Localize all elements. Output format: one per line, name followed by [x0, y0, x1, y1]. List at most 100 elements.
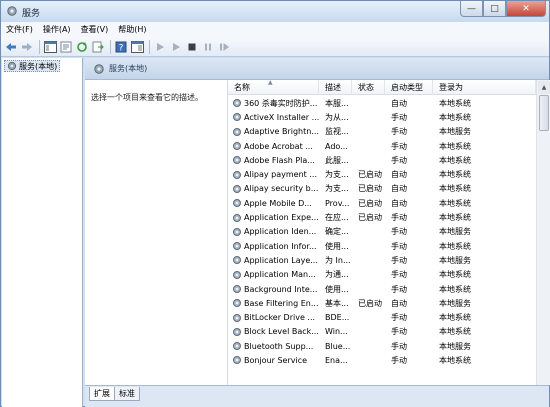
sort-ascending-icon: ▲: [268, 79, 273, 86]
table-row[interactable]: Application Expe... 在应... 已启动 手动 本地系统: [228, 210, 536, 224]
svg-text:?: ?: [119, 43, 124, 53]
service-name: ActiveX Installer ...: [228, 110, 319, 124]
table-row[interactable]: Application Iden... 确定... 手动 本地服务: [228, 225, 536, 239]
service-name: BitLocker Drive ...: [228, 310, 319, 324]
table-row[interactable]: Bonjour Service Ena... 手动 本地系统: [228, 353, 536, 367]
restart-service-icon[interactable]: [217, 40, 231, 54]
table-row[interactable]: 360 杀毒实时防护... 本服... 自动 本地系统: [228, 96, 536, 110]
table-row[interactable]: Bluetooth Supp... Blue... 手动 本地服务: [228, 339, 536, 353]
service-gear-icon: [233, 342, 241, 351]
service-description: 此服...: [325, 155, 349, 165]
service-description: 为 In...: [325, 255, 351, 265]
menu-bar: 文件(F) 操作(A) 查看(V) 帮助(H): [1, 22, 549, 37]
service-description: BDE...: [325, 313, 350, 323]
menu-help[interactable]: 帮助(H): [118, 24, 146, 35]
table-row[interactable]: Adobe Flash Pla... 此服... 手动 本地系统: [228, 153, 536, 167]
stop-service-icon[interactable]: [185, 40, 199, 54]
service-log-on-as: 本地系统: [439, 198, 471, 208]
table-row[interactable]: Application Laye... 为 In... 手动 本地服务: [228, 253, 536, 267]
service-description: Blue...: [325, 341, 351, 351]
table-row[interactable]: Application Infor... 使用... 手动 本地系统: [228, 239, 536, 253]
service-startup-type: 自动: [391, 298, 407, 308]
table-row[interactable]: Adobe Acrobat ... Ado... 手动 本地系统: [228, 139, 536, 153]
table-row[interactable]: Base Filtering En... 基本... 已启动 自动 本地服务: [228, 296, 536, 310]
start-service-alt-icon[interactable]: [169, 40, 183, 54]
service-log-on-as: 本地系统: [439, 112, 471, 122]
service-gear-icon: [233, 213, 241, 222]
toolbar: ?: [1, 37, 549, 57]
service-description: Win...: [325, 327, 348, 337]
tab-extended[interactable]: 扩展: [89, 387, 115, 401]
service-description: 使用...: [325, 241, 349, 251]
back-icon[interactable]: [4, 40, 18, 54]
menu-file[interactable]: 文件(F): [6, 24, 33, 35]
table-row[interactable]: ActiveX Installer ... 为从... 手动 本地系统: [228, 110, 536, 124]
scroll-up-icon[interactable]: ▲: [538, 81, 550, 94]
tab-standard[interactable]: 标准: [114, 387, 140, 401]
table-row[interactable]: Background Inte... 使用... 手动 本地系统: [228, 282, 536, 296]
service-status: [352, 353, 385, 367]
services-gear-icon: [6, 5, 18, 17]
export-list-icon[interactable]: [91, 40, 105, 54]
menu-action[interactable]: 操作(A): [43, 24, 71, 35]
service-startup-type: 手动: [391, 141, 407, 151]
vertical-scrollbar[interactable]: ▲: [536, 80, 550, 385]
close-button[interactable]: ✕: [506, 1, 546, 17]
service-name: Background Inte...: [228, 282, 319, 296]
service-status: [352, 225, 385, 239]
column-header-startup-type[interactable]: 启动类型: [385, 80, 433, 95]
column-header-name[interactable]: ▲ 名称: [228, 79, 319, 95]
table-row[interactable]: Adaptive Brightn... 监视... 手动 本地服务: [228, 125, 536, 139]
services-window: 服务 — □ ✕ 文件(F) 操作(A) 查看(V) 帮助(H) ? 服务(本地…: [0, 0, 550, 407]
toolbar-separator: [149, 39, 150, 54]
service-log-on-as: 本地系统: [439, 284, 471, 294]
service-description: 本服...: [325, 98, 349, 108]
service-name: Adobe Flash Pla...: [228, 153, 319, 167]
window-title: 服务: [22, 9, 41, 19]
table-row[interactable]: Application Man... 为通... 手动 本地系统: [228, 268, 536, 282]
service-description: Ado...: [325, 141, 348, 151]
table-row[interactable]: Block Level Back... Win... 手动 本地系统: [228, 325, 536, 339]
service-log-on-as: 本地系统: [439, 98, 471, 108]
pane-title: 服务(本地): [109, 64, 148, 73]
column-header-status[interactable]: 状态: [352, 80, 385, 95]
forward-icon[interactable]: [20, 40, 34, 54]
table-row[interactable]: Alipay security b... 为支... 已启动 自动 本地系统: [228, 182, 536, 196]
services-gear-icon: [7, 61, 17, 71]
service-name: Adobe Acrobat ...: [228, 139, 319, 153]
service-gear-icon: [233, 184, 241, 193]
minimize-button[interactable]: —: [460, 1, 483, 17]
services-rows: 360 杀毒实时防护... 本服... 自动 本地系统 ActiveX Installe…: [228, 96, 536, 368]
help-icon[interactable]: ?: [114, 40, 128, 54]
column-header-log-on-as[interactable]: 登录为: [433, 80, 536, 95]
service-gear-icon: [233, 199, 241, 208]
refresh-icon[interactable]: [75, 40, 89, 54]
table-row[interactable]: BitLocker Drive ... BDE... 手动 本地系统: [228, 310, 536, 324]
properties-icon[interactable]: [59, 40, 73, 54]
service-startup-type: 手动: [391, 241, 407, 251]
pause-service-icon[interactable]: [201, 40, 215, 54]
scrollbar-thumb[interactable]: [539, 95, 549, 131]
start-service-icon[interactable]: [153, 40, 167, 54]
maximize-button[interactable]: □: [483, 1, 506, 17]
table-row[interactable]: Apple Mobile D... Prov... 已启动 自动 本地系统: [228, 196, 536, 210]
service-name: Application Laye...: [228, 253, 319, 267]
column-header-description[interactable]: 描述: [319, 80, 352, 95]
service-status: [352, 153, 385, 167]
service-status: [352, 282, 385, 296]
service-startup-type: 自动: [391, 170, 407, 180]
service-description: Ena...: [325, 355, 348, 365]
show-hide-pane-icon[interactable]: [130, 40, 144, 54]
service-startup-type: 手动: [391, 284, 407, 294]
table-row[interactable]: Alipay payment ... 为支... 已启动 自动 本地系统: [228, 167, 536, 181]
service-gear-icon: [233, 242, 241, 251]
services-pane: 服务(本地) 选择一个项目来查看它的描述。 ▲ 名称 描述 状态 启动类型 登录为…: [85, 58, 550, 407]
menu-view[interactable]: 查看(V): [81, 24, 109, 35]
service-status: 已启动: [358, 213, 382, 223]
console-tree-icon[interactable]: [43, 40, 57, 54]
service-status: [352, 339, 385, 353]
toolbar-separator: [110, 39, 111, 54]
service-startup-type: 手动: [391, 227, 407, 237]
tree-item-services-local[interactable]: 服务(本地): [4, 60, 61, 72]
service-description: 为从...: [325, 112, 349, 122]
